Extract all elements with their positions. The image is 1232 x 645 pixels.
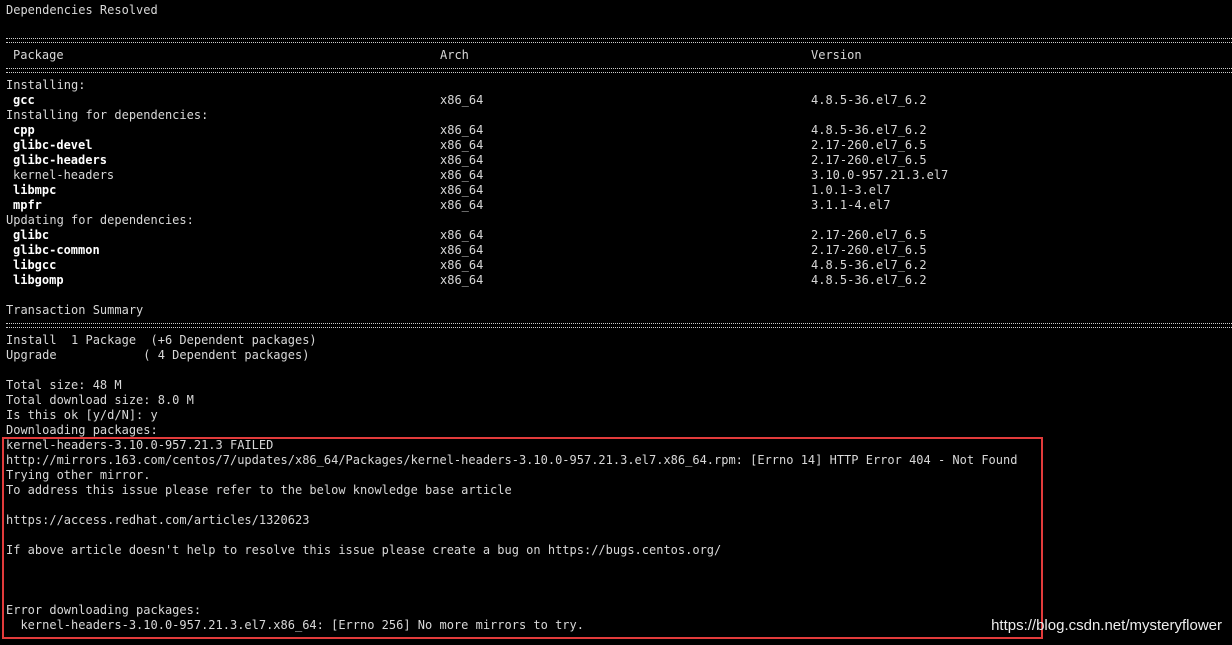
package-name: glibc-headers <box>13 153 107 167</box>
package-version: 2.17-260.el7_6.5 <box>811 243 927 257</box>
package-name: mpfr <box>13 198 42 212</box>
terminal-window[interactable]: Dependencies Resolved Package Arch Versi… <box>0 0 1232 645</box>
package-name: gcc <box>13 93 35 107</box>
package-version: 3.1.1-4.el7 <box>811 198 891 212</box>
downloading-packages-line: Downloading packages: <box>6 423 158 437</box>
package-name: cpp <box>13 123 35 137</box>
section-label: Installing for dependencies: <box>6 108 209 122</box>
package-version: 4.8.5-36.el7_6.2 <box>811 273 927 287</box>
package-version: 2.17-260.el7_6.5 <box>811 153 927 167</box>
package-arch: x86_64 <box>440 228 484 242</box>
package-name: glibc-devel <box>13 138 93 152</box>
package-arch: x86_64 <box>440 168 484 182</box>
package-arch: x86_64 <box>440 198 484 212</box>
transaction-summary-title: Transaction Summary <box>6 303 144 317</box>
package-version: 4.8.5-36.el7_6.2 <box>811 258 927 272</box>
package-version: 2.17-260.el7_6.5 <box>811 228 927 242</box>
package-arch: x86_64 <box>440 93 484 107</box>
package-name: libgcc <box>13 258 57 272</box>
package-version: 3.10.0-957.21.3.el7 <box>811 168 949 182</box>
section-label: Updating for dependencies: <box>6 213 194 227</box>
package-name: kernel-headers <box>13 168 115 182</box>
package-version: 4.8.5-36.el7_6.2 <box>811 93 927 107</box>
package-arch: x86_64 <box>440 258 484 272</box>
table-top-rule <box>6 38 1232 43</box>
section-label: Installing: <box>6 78 86 92</box>
package-version: 2.17-260.el7_6.5 <box>811 138 927 152</box>
error-highlight-box <box>2 437 1043 639</box>
install-summary-line: Install 1 Package (+6 Dependent packages… <box>6 333 317 347</box>
total-size-line: Total size: 48 M <box>6 378 122 392</box>
package-name: glibc <box>13 228 50 242</box>
package-arch: x86_64 <box>440 273 484 287</box>
package-arch: x86_64 <box>440 183 484 197</box>
package-version: 1.0.1-3.el7 <box>811 183 891 197</box>
summary-rule <box>6 323 1232 328</box>
package-arch: x86_64 <box>440 123 484 137</box>
header-version: Version <box>811 48 862 62</box>
header-arch: Arch <box>440 48 469 62</box>
package-arch: x86_64 <box>440 138 484 152</box>
header-package: Package <box>13 48 64 62</box>
package-arch: x86_64 <box>440 153 484 167</box>
confirm-prompt-line: Is this ok [y/d/N]: y <box>6 408 158 422</box>
header-rule <box>6 68 1232 73</box>
package-version: 4.8.5-36.el7_6.2 <box>811 123 927 137</box>
dependencies-resolved-line: Dependencies Resolved <box>6 3 158 17</box>
package-name: libmpc <box>13 183 57 197</box>
watermark: https://blog.csdn.net/mysteryflower <box>991 617 1222 634</box>
package-name: libgomp <box>13 273 64 287</box>
package-name: glibc-common <box>13 243 100 257</box>
upgrade-summary-line: Upgrade ( 4 Dependent packages) <box>6 348 310 362</box>
package-arch: x86_64 <box>440 243 484 257</box>
total-download-size-line: Total download size: 8.0 M <box>6 393 194 407</box>
